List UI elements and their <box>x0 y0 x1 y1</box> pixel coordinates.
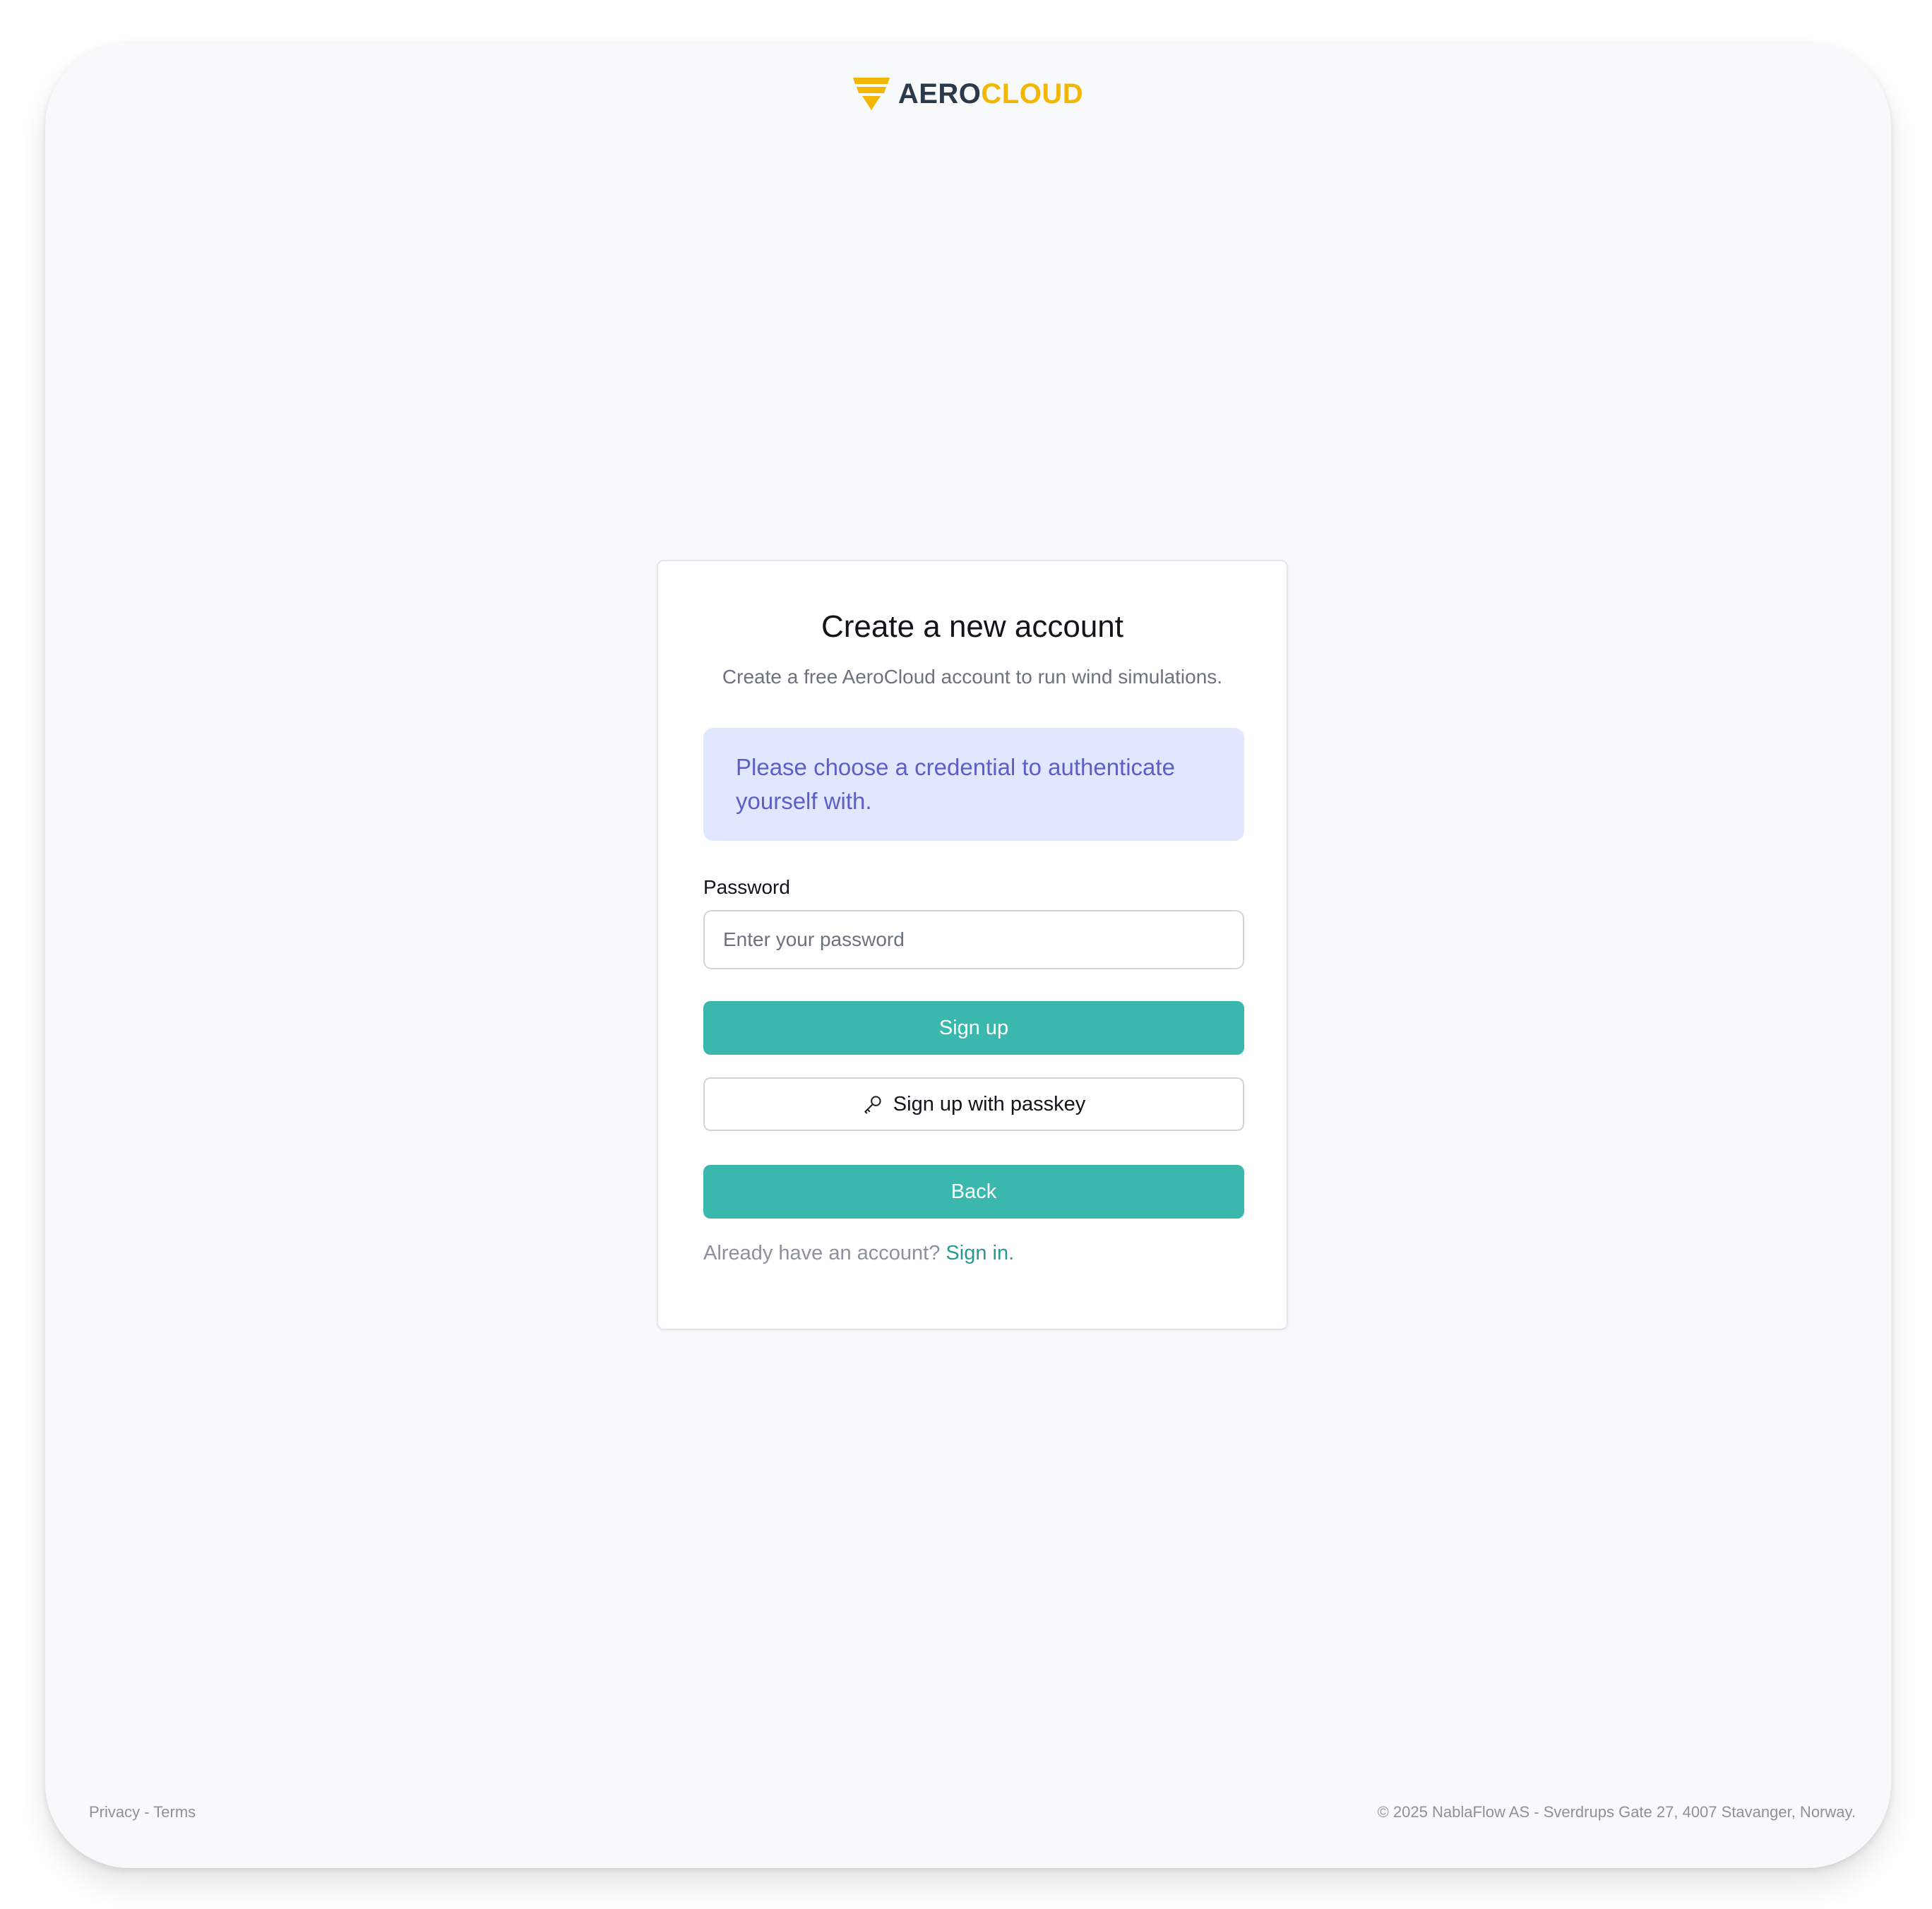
signin-prompt-line: Already have an account? Sign in. <box>703 1242 1014 1265</box>
aerocloud-logo-icon <box>852 78 890 110</box>
back-button-label: Back <box>950 1180 997 1203</box>
password-label: Password <box>703 876 790 898</box>
signin-prompt: Already have an account? <box>703 1242 941 1264</box>
privacy-link[interactable]: Privacy <box>89 1803 140 1821</box>
footer-separator: - <box>140 1803 154 1821</box>
terms-link[interactable]: Terms <box>153 1803 196 1821</box>
page-subtitle: Create a free AeroCloud account to run w… <box>722 666 1223 688</box>
back-button[interactable]: Back <box>703 1165 1244 1219</box>
password-input[interactable] <box>703 910 1244 969</box>
footer-copyright: © 2025 NablaFlow AS - Sverdrups Gate 27,… <box>1377 1803 1856 1821</box>
app-window: AEROCLOUD Create a new account Create a … <box>45 42 1891 1868</box>
footer-links: Privacy - Terms <box>89 1803 196 1821</box>
info-alert: Please choose a credential to authentica… <box>703 728 1244 841</box>
brand-name: AEROCLOUD <box>898 80 1083 108</box>
sign-in-link[interactable]: Sign in. <box>946 1242 1014 1264</box>
sign-up-button-label: Sign up <box>938 1016 1009 1039</box>
brand-logo[interactable]: AEROCLOUD <box>45 78 1891 110</box>
key-icon <box>864 1096 881 1114</box>
signup-card: Create a new account Create a free AeroC… <box>657 560 1288 1330</box>
page-title: Create a new account <box>821 609 1124 644</box>
sign-up-passkey-button-label: Sign up with passkey <box>893 1092 1086 1115</box>
brand-name-part2: CLOUD <box>981 78 1084 109</box>
sign-up-button[interactable]: Sign up <box>703 1001 1244 1055</box>
sign-up-passkey-button[interactable]: Sign up with passkey <box>703 1077 1244 1131</box>
brand-name-part1: AERO <box>898 78 982 109</box>
